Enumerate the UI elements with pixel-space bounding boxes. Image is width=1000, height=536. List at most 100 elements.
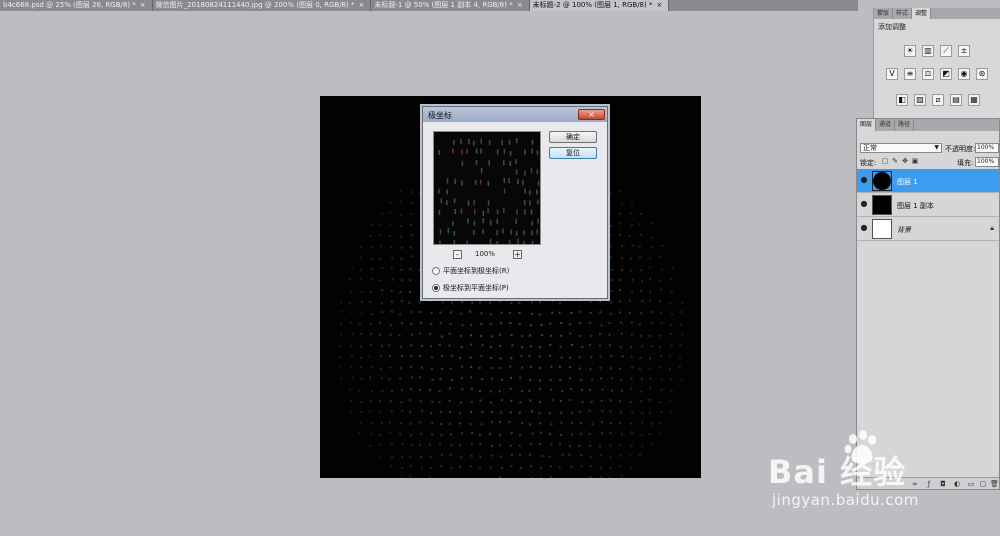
channel-mixer-icon[interactable]: ⊛: [976, 68, 988, 80]
sphere-dot: [401, 389, 404, 392]
lock-all-icon[interactable]: ▣: [911, 157, 919, 165]
layer-style-icon[interactable]: ƒ: [925, 480, 933, 488]
blend-mode-select[interactable]: 正常 ▼: [860, 143, 942, 153]
link-layers-icon[interactable]: ∞: [911, 480, 919, 488]
close-icon[interactable]: ×: [517, 0, 523, 11]
preview-streak: [503, 188, 506, 194]
sphere-dot: [549, 343, 552, 346]
tab-styles[interactable]: 样式: [893, 8, 913, 19]
zoom-in-button[interactable]: +: [513, 250, 522, 259]
brightness-icon[interactable]: ☀: [904, 45, 916, 57]
sphere-dot: [498, 421, 501, 424]
sphere-dot: [631, 290, 634, 293]
sphere-dot: [380, 345, 383, 348]
sphere-dot: [531, 312, 534, 315]
zoom-out-button[interactable]: -: [453, 250, 462, 259]
sphere-dot: [610, 279, 613, 282]
curves-icon[interactable]: ⟋: [940, 45, 952, 57]
sphere-dot: [351, 332, 354, 335]
rect-to-polar-option[interactable]: 平面坐标到极坐标(R): [432, 266, 509, 276]
sphere-dot: [569, 332, 572, 335]
sphere-dot: [538, 412, 541, 415]
layer-row[interactable]: ● 图层 1 副本: [857, 193, 999, 217]
doc-tab-3[interactable]: 未标题-1 @ 50% (图层 1 副本 4, RGB/8) * ×: [371, 0, 530, 11]
doc-tab-2[interactable]: 微信图片_20180824111440.jpg @ 200% (图层 0, RG…: [153, 0, 372, 11]
sphere-dot: [528, 355, 531, 358]
new-group-icon[interactable]: ▭: [967, 480, 975, 488]
sphere-dot: [660, 268, 663, 271]
sphere-dot: [591, 423, 594, 426]
polar-to-rect-radio[interactable]: [432, 284, 440, 292]
sphere-dot: [491, 410, 494, 413]
fill-field[interactable]: 100%: [975, 157, 999, 167]
delete-layer-icon[interactable]: 🗑︎: [990, 480, 999, 488]
sphere-dot: [518, 411, 521, 414]
lock-transparent-icon[interactable]: ▢: [881, 157, 889, 165]
eye-icon[interactable]: ●: [859, 199, 869, 209]
preview-streak: [466, 148, 468, 154]
layer-row[interactable]: ● 背景 🔒︎: [857, 217, 999, 241]
threshold-icon[interactable]: ⧄: [932, 94, 944, 106]
preview-streak: [530, 209, 533, 215]
sphere-dot: [481, 344, 484, 347]
levels-icon[interactable]: ▥: [922, 45, 934, 57]
photo-filter-icon[interactable]: ◉: [958, 68, 970, 80]
sphere-dot: [360, 256, 363, 259]
sphere-dot: [411, 234, 414, 237]
selective-color-icon[interactable]: ▦: [968, 94, 980, 106]
sphere-dot: [490, 454, 493, 457]
sphere-dot: [558, 365, 561, 368]
sphere-dot: [669, 411, 672, 414]
invert-icon[interactable]: ◧: [896, 94, 908, 106]
polar-to-rect-option[interactable]: 极坐标到平面坐标(P): [432, 283, 509, 293]
close-icon[interactable]: ×: [140, 0, 146, 11]
lock-paint-icon[interactable]: ✎: [891, 157, 899, 165]
eye-icon[interactable]: ●: [859, 223, 869, 233]
tab-adjustments[interactable]: 调整: [912, 8, 932, 19]
sphere-dot: [609, 367, 612, 370]
black-white-icon[interactable]: ◩: [940, 68, 952, 80]
sphere-dot: [479, 399, 482, 402]
sphere-dot: [480, 322, 483, 325]
sphere-dot: [679, 310, 682, 313]
layer-row[interactable]: ● 图层 1: [857, 169, 999, 193]
tab-layers[interactable]: 图层: [857, 119, 877, 131]
close-icon[interactable]: ×: [358, 0, 364, 11]
posterize-icon[interactable]: ▨: [914, 94, 926, 106]
sphere-dot: [591, 378, 594, 381]
preview-streak: [515, 230, 518, 236]
ok-button[interactable]: 确定: [549, 131, 597, 143]
filter-preview[interactable]: [433, 131, 541, 245]
close-icon[interactable]: ×: [578, 109, 605, 120]
sphere-dot: [419, 321, 422, 324]
layer-thumbnail: [872, 195, 892, 215]
close-icon[interactable]: ×: [656, 0, 662, 11]
doc-tab-1[interactable]: b4c668.psd @ 25% (图层 26, RGB/8) * ×: [0, 0, 153, 11]
opacity-field[interactable]: 100%: [975, 143, 999, 153]
add-mask-icon[interactable]: ◘: [939, 480, 947, 488]
sphere-dot: [610, 354, 613, 357]
preview-streak: [473, 140, 475, 146]
exposure-icon[interactable]: ±: [958, 45, 970, 57]
preview-streak: [531, 220, 534, 226]
gradient-map-icon[interactable]: ▤: [950, 94, 962, 106]
sphere-dot: [558, 466, 561, 469]
lock-position-icon[interactable]: ✥: [901, 157, 909, 165]
color-balance-icon[interactable]: ⚖: [922, 68, 934, 80]
rect-to-polar-radio[interactable]: [432, 267, 440, 275]
new-layer-icon[interactable]: ▢: [979, 480, 987, 488]
sphere-dot: [410, 322, 413, 325]
tab-masks[interactable]: 蒙版: [874, 8, 894, 19]
vibrance-icon[interactable]: V: [886, 68, 898, 80]
sphere-dot: [378, 455, 381, 458]
sphere-dot: [368, 410, 371, 413]
reset-button[interactable]: 复位: [549, 147, 597, 159]
sphere-dot: [590, 356, 593, 359]
adjustment-layer-icon[interactable]: ◐: [953, 480, 961, 488]
hue-saturation-icon[interactable]: ≡: [904, 68, 916, 80]
tab-paths[interactable]: 路径: [895, 119, 915, 131]
doc-tab-4-active[interactable]: 未标题-2 @ 100% (图层 1, RGB/8) * ×: [529, 0, 670, 11]
tab-channels[interactable]: 通道: [876, 119, 896, 131]
dialog-titlebar[interactable]: 极坐标 ×: [423, 107, 607, 122]
eye-icon[interactable]: ●: [859, 175, 869, 185]
